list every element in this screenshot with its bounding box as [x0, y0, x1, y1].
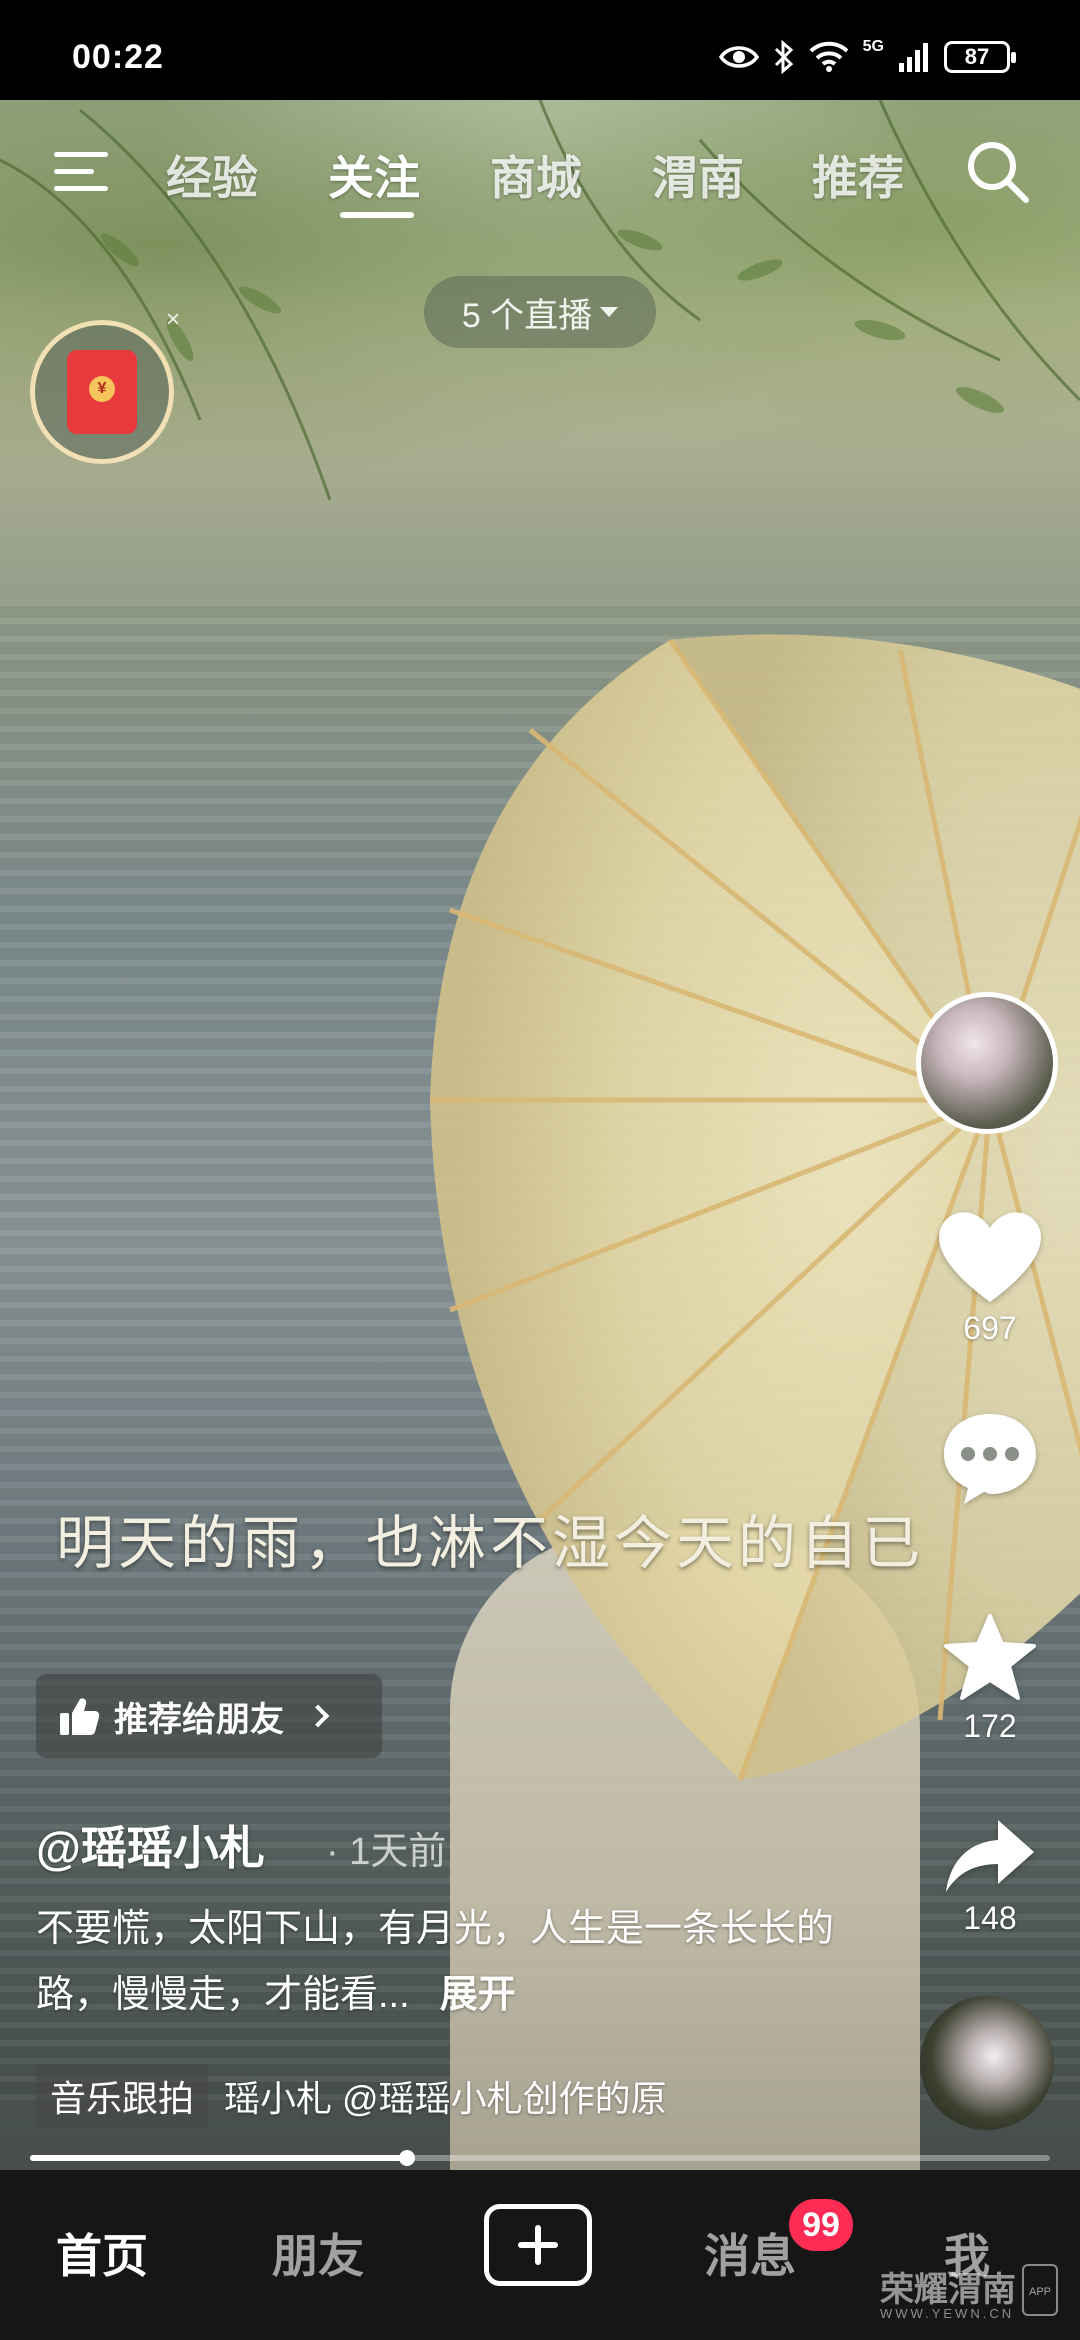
share-arrow-icon [946, 1820, 1034, 1892]
tab-mall[interactable]: 商城 [490, 142, 582, 208]
author-avatar[interactable] [916, 992, 1058, 1134]
post-time: · 1天前 [326, 1831, 447, 1873]
tab-experience[interactable]: 经验 [166, 142, 258, 208]
music-disc[interactable] [920, 1996, 1054, 2130]
search-icon[interactable] [962, 136, 1032, 206]
bluetooth-icon [774, 40, 793, 74]
network-label: 5G [862, 38, 884, 55]
status-time: 00:22 [72, 38, 164, 76]
share-count: 148 [963, 1900, 1017, 1936]
heart-icon [939, 1212, 1041, 1302]
post-description[interactable]: 不要慌，太阳下山，有月光，人生是一条长长的路，慢慢走，才能看... 展开 [36, 1896, 856, 2028]
battery-indicator: 87 [944, 41, 1016, 73]
tab-recommend[interactable]: 推荐 [812, 142, 904, 208]
watermark-app: APP [1022, 2264, 1058, 2316]
status-icons: 5G 87 [718, 38, 1016, 74]
eye-icon [718, 46, 759, 68]
star-icon [944, 1614, 1036, 1700]
comment-button[interactable] [920, 1410, 1060, 1506]
like-count: 697 [963, 1310, 1017, 1346]
author-name[interactable]: @瑶瑶小札 [36, 1812, 265, 1878]
thumbs-up-icon [60, 1698, 100, 1735]
redpacket-coin: ¥ [89, 376, 115, 402]
music-title: 瑶小札 @瑶瑶小札创作的原 [224, 2078, 667, 2119]
redpacket-icon: ¥ [67, 350, 137, 434]
signal-icon [899, 43, 928, 72]
progress-fill [30, 2155, 408, 2161]
redpacket-widget[interactable]: ¥ [30, 320, 174, 464]
caret-down-icon [600, 307, 619, 317]
nav-friends[interactable]: 朋友 [272, 2220, 364, 2286]
music-follow-tag[interactable]: 音乐跟拍 [36, 2064, 209, 2128]
description-text: 不要慌，太阳下山，有月光，人生是一条长长的路，慢慢走，才能看... [36, 1908, 835, 2016]
watermark-url: WWW.YEWN.CN [880, 2306, 1015, 2321]
recommend-label: 推荐给朋友 [114, 1700, 284, 1739]
nav-home[interactable]: 首页 [56, 2220, 148, 2286]
watermark-logo: 荣耀渭南 WWW.YEWN.CN APP [880, 2262, 1070, 2332]
recommend-to-friends-button[interactable]: 推荐给朋友 [36, 1674, 382, 1758]
live-streams-pill[interactable]: 5 个直播 [424, 276, 656, 348]
expand-link[interactable]: 展开 [440, 1974, 516, 2016]
video-progress-bar[interactable] [30, 2150, 1050, 2166]
chevron-right-icon [306, 1704, 330, 1728]
active-tab-indicator [340, 212, 414, 218]
music-row[interactable]: 音乐跟拍 瑶小札 @瑶瑶小札创作的原 [36, 2064, 667, 2128]
menu-icon[interactable] [52, 148, 110, 196]
like-button[interactable]: 697 [920, 1206, 1060, 1347]
message-badge: 99 [786, 2196, 856, 2254]
tab-weinan[interactable]: 渭南 [652, 142, 744, 208]
create-button[interactable] [484, 2204, 592, 2286]
wifi-icon [809, 41, 849, 72]
share-button[interactable]: 148 [920, 1816, 1060, 1937]
video-subtitle: 明天的雨，也淋不湿今天的自已 [56, 1509, 925, 1577]
favorite-button[interactable]: 172 [920, 1612, 1060, 1745]
status-bar: 00:22 5G 87 [0, 0, 1080, 100]
comment-icon [944, 1414, 1036, 1504]
live-streams-label: 5 个直播 [461, 296, 593, 335]
tab-following[interactable]: 关注 [328, 142, 420, 208]
redpacket-close-icon[interactable]: × [166, 306, 180, 334]
watermark-title: 荣耀渭南 [880, 2271, 1016, 2309]
top-nav: 经验 关注 商城 渭南 推荐 [0, 130, 1080, 230]
battery-level: 87 [964, 44, 990, 69]
favorite-count: 172 [963, 1708, 1017, 1744]
nav-messages[interactable]: 消息 [704, 2220, 796, 2286]
